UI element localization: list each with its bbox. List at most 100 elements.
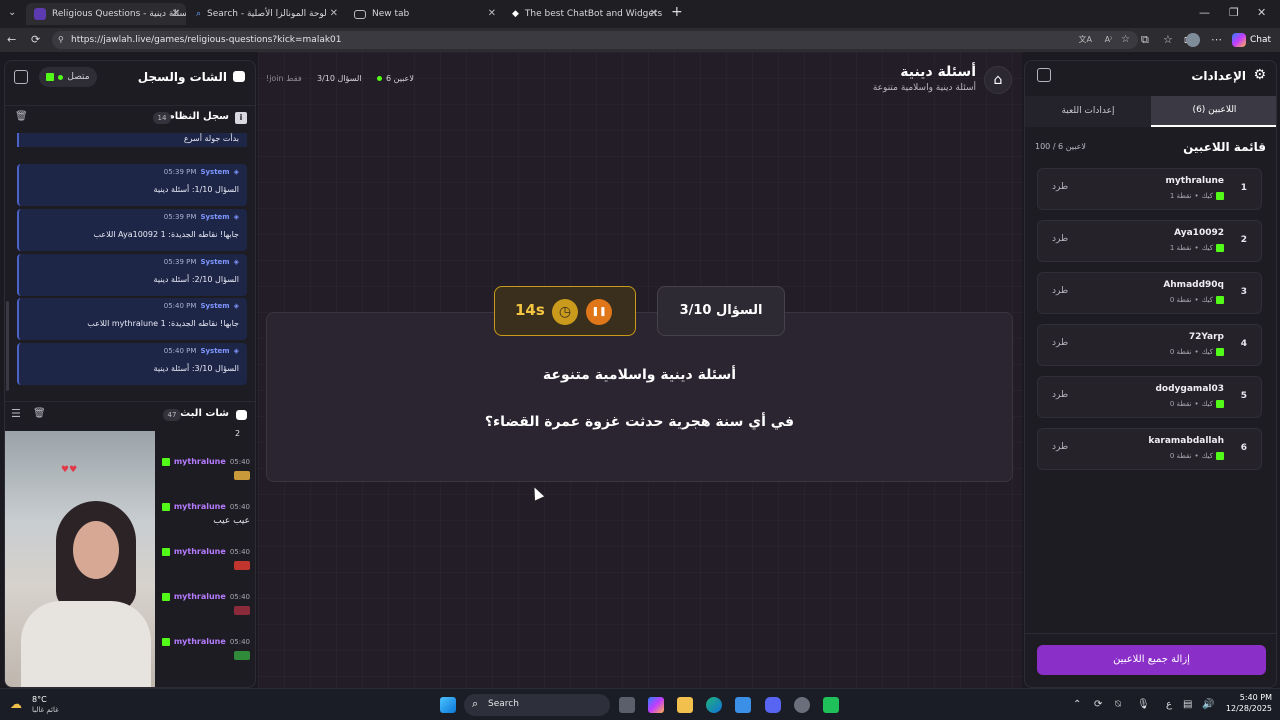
microphone-icon[interactable]: 🎙 xyxy=(1137,699,1150,710)
task-view-icon[interactable] xyxy=(619,697,635,713)
collapse-settings-icon[interactable] xyxy=(1037,68,1051,82)
minimize-icon[interactable]: — xyxy=(1199,6,1210,19)
online-dot xyxy=(377,76,382,81)
message-sender: System xyxy=(200,213,230,221)
chat-message: mythralune 05:40 xyxy=(160,592,250,615)
chatbot-favicon-icon: ◆ xyxy=(512,9,519,19)
chat-trash-icon[interactable]: 🗑 xyxy=(33,408,46,419)
system-message-text: السؤال 1/10: أسئلة دينية xyxy=(153,185,239,194)
clear-log-trash-icon[interactable]: 🗑 xyxy=(15,111,28,122)
refresh-icon[interactable]: ⟳ xyxy=(31,33,40,46)
tab-new-tab[interactable]: New tab ✕ xyxy=(346,3,502,25)
clock-widget[interactable]: 5:40 PM 12/28/2025 xyxy=(1222,693,1272,713)
pause-button[interactable]: ❚❚ xyxy=(586,299,612,325)
kick-player-button[interactable]: طرد xyxy=(1052,286,1068,296)
favorite-star-icon[interactable]: ☆ xyxy=(1121,31,1130,49)
weather-widget[interactable]: ☁ 8°C غائم غالبا xyxy=(10,693,80,717)
green-app-icon[interactable] xyxy=(823,697,839,713)
copilot-label: Chat xyxy=(1250,35,1272,45)
favorites-icon[interactable]: ☆ xyxy=(1163,33,1173,46)
player-name: dodygamal03 xyxy=(1155,384,1224,394)
language-indicator[interactable]: ع xyxy=(1166,699,1172,710)
system-message: 05:40 PM System ◈ اللاعب mythralune جابه… xyxy=(17,298,247,340)
chat-bubble-icon xyxy=(233,71,245,82)
tab-chatbot[interactable]: ◆ The best ChatBot and Widgets for ✕ xyxy=(504,3,664,25)
chat-username[interactable]: mythralune xyxy=(174,592,226,601)
discord-icon[interactable] xyxy=(765,697,781,713)
kick-player-button[interactable]: طرد xyxy=(1052,182,1068,192)
chat-message-meta: mythralune 05:40 xyxy=(160,592,250,601)
player-row: 1 mythralune 1 نقطة • كيك طرد xyxy=(1037,168,1262,210)
close-tab-icon[interactable]: ✕ xyxy=(650,8,658,19)
players-list-title: قائمة اللاعبين xyxy=(1183,140,1266,154)
system-message-meta: 05:39 PM System ◈ xyxy=(164,168,239,176)
tab-search[interactable]: ⌕ Search - لوحة المونالزا الأصلية ✕ xyxy=(188,3,344,25)
url-field[interactable]: ⚲ https://jawlah.live/games/religious-qu… xyxy=(52,31,1138,49)
settings-app-icon[interactable] xyxy=(794,697,810,713)
more-menu-icon[interactable]: ⋯ xyxy=(1211,33,1222,46)
new-tab-button[interactable]: + xyxy=(671,4,683,20)
jawlah-favicon-icon xyxy=(34,8,46,20)
webcam-shoulder xyxy=(21,601,151,687)
kick-player-button[interactable]: طرد xyxy=(1052,338,1068,348)
read-aloud-icon[interactable]: A⁾ xyxy=(1105,31,1112,49)
tab-actions-chevron-icon[interactable]: ⌄ xyxy=(8,7,16,18)
chat-filter-icon[interactable]: ☰ xyxy=(11,407,21,420)
players-online-text: 6 لاعبين xyxy=(386,74,414,83)
meta-separator: • xyxy=(1194,348,1199,356)
system-message-meta: 05:39 PM System ◈ xyxy=(164,258,239,266)
system-log-scrollbar[interactable] xyxy=(6,301,9,391)
back-icon[interactable]: ← xyxy=(7,33,16,46)
kick-player-button[interactable]: طرد xyxy=(1052,234,1068,244)
home-button[interactable]: ⌂ xyxy=(984,66,1012,94)
volume-icon[interactable]: 🔊 xyxy=(1202,699,1214,710)
tab-religious-questions[interactable]: Religious Questions - أسئلة دينية | ✕ xyxy=(26,3,186,25)
kick-player-button[interactable]: طرد xyxy=(1052,442,1068,452)
game-area: ⌂ أسئلة دينية أسئلة دينية واسلامية متنوع… xyxy=(258,52,1022,688)
chat-username[interactable]: mythralune xyxy=(174,547,226,556)
system-log-title: سجل النظام xyxy=(167,111,229,122)
player-rank: 2 xyxy=(1240,235,1247,245)
chat-username[interactable]: mythralune xyxy=(174,502,226,511)
connection-status-dot xyxy=(58,74,64,80)
network-icon[interactable]: ▤ xyxy=(1183,699,1192,710)
meta-separator: • xyxy=(1194,452,1199,460)
tab-game-settings[interactable]: إعدادات اللعبة xyxy=(1025,96,1151,127)
remove-all-players-button[interactable]: إزالة جميع اللاعبين xyxy=(1037,645,1266,675)
window-close-icon[interactable]: ✕ xyxy=(1257,6,1266,19)
shield-icon: ◈ xyxy=(233,213,239,221)
chat-username[interactable]: mythralune xyxy=(174,637,226,646)
windows-start-icon[interactable] xyxy=(440,697,456,713)
edge-browser-icon[interactable] xyxy=(706,697,722,713)
extensions-icon[interactable]: ⧉ xyxy=(1141,33,1149,47)
translate-icon[interactable]: 文A xyxy=(1079,31,1092,49)
close-tab-icon[interactable]: ✕ xyxy=(172,8,180,19)
site-info-icon[interactable]: ⚲ xyxy=(58,31,64,49)
system-message: 05:39 PM System ◈ اللاعب Aya10092 جابها!… xyxy=(17,209,247,251)
taskbar-search-box[interactable]: ⌕ Search xyxy=(464,694,610,716)
tray-chevron-icon[interactable]: ⌃ xyxy=(1073,699,1081,710)
info-icon: i xyxy=(235,112,247,124)
store-icon[interactable] xyxy=(735,697,751,713)
platform-label: كيك xyxy=(1201,348,1213,356)
system-message-text: اللاعب Aya10092 جابها! نقاطه الجديدة: 1 xyxy=(93,230,239,239)
system-message-partial: بدأت جولة أسرع xyxy=(17,133,247,147)
kick-player-button[interactable]: طرد xyxy=(1052,390,1068,400)
question-counter-badge: السؤال 3/10 xyxy=(657,286,785,336)
chat-bubble-icon xyxy=(236,410,247,420)
sync-icon[interactable]: ⟳ xyxy=(1094,699,1102,710)
close-tab-icon[interactable]: ✕ xyxy=(330,8,338,19)
close-tab-icon[interactable]: ✕ xyxy=(488,8,496,19)
file-explorer-icon[interactable] xyxy=(677,697,693,713)
profile-avatar[interactable] xyxy=(1186,33,1200,47)
tab-players[interactable]: اللاعبين (6) xyxy=(1151,96,1276,127)
copilot-taskbar-icon[interactable] xyxy=(648,697,664,713)
player-rank: 6 xyxy=(1240,443,1247,453)
emote-icon xyxy=(234,561,250,570)
collapse-panel-icon[interactable] xyxy=(14,70,28,84)
copilot-chat-button[interactable]: Chat xyxy=(1232,31,1271,49)
chat-username[interactable]: mythralune xyxy=(174,457,226,466)
restore-icon[interactable]: ❐ xyxy=(1229,6,1239,19)
notification-off-icon[interactable]: ⍉ xyxy=(1115,699,1121,710)
system-log-count: 14 xyxy=(153,112,171,124)
